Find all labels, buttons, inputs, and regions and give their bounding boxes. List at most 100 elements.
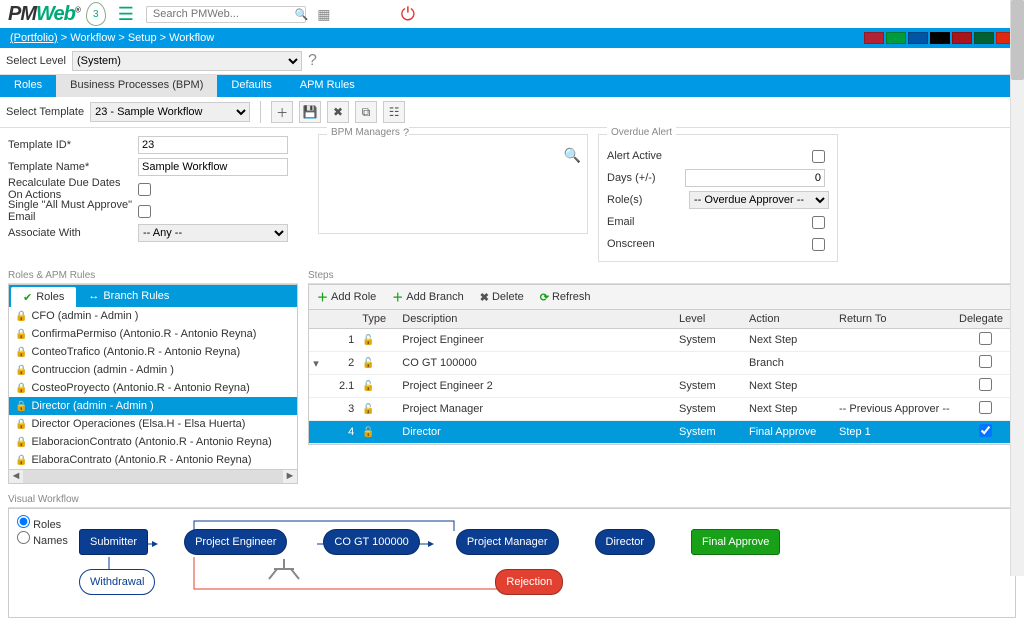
node-withdrawal[interactable]: Withdrawal — [79, 569, 155, 595]
lock-icon: 🔒 — [15, 401, 27, 412]
branch-rules-tab[interactable]: ↔Branch Rules — [76, 285, 181, 307]
role-item[interactable]: 🔒Contruccion (admin - Admin ) — [9, 361, 297, 379]
search-input[interactable] — [153, 8, 295, 20]
add-branch-button[interactable]: ＋Add Branch — [388, 287, 467, 307]
delete-button[interactable]: ✖ — [327, 101, 349, 123]
breadcrumb: (Portfolio) > Workflow > Setup > Workflo… — [0, 28, 1024, 48]
lock-icon: 🔓 — [362, 358, 374, 369]
lock-icon: 🔒 — [15, 419, 27, 430]
roles-tab[interactable]: ✔Roles — [11, 287, 76, 307]
lock-icon: 🔒 — [15, 329, 27, 340]
select-template-label: Select Template — [6, 106, 84, 118]
visual-workflow-canvas: Roles Names Submitter Project Engineer C… — [8, 508, 1016, 618]
new-button[interactable]: ＋ — [271, 101, 293, 123]
menu-icon[interactable]: ☰ — [118, 4, 134, 25]
role-item[interactable]: 🔒CFO (admin - Admin ) — [9, 307, 297, 325]
template-id-input[interactable] — [138, 136, 288, 154]
template-name-input[interactable] — [138, 158, 288, 176]
node-project-engineer[interactable]: Project Engineer — [184, 529, 287, 555]
lock-icon: 🔒 — [15, 383, 27, 394]
breadcrumb-portfolio[interactable]: (Portfolio) — [10, 32, 58, 44]
refresh-button[interactable]: ⟳Refresh — [536, 287, 595, 307]
role-item[interactable]: 🔒ElaboraContrato (Antonio.R - Antonio Re… — [9, 451, 297, 469]
bpm-managers-panel: BPM Managers ? 🔍 — [318, 134, 588, 234]
flag-icon[interactable] — [952, 32, 972, 44]
lock-icon: 🔒 — [15, 311, 27, 322]
search-input-wrap[interactable]: 🔍 — [146, 6, 306, 23]
step-row[interactable]: 2.1🔓Project Engineer 2SystemNext Step — [309, 375, 1015, 398]
node-rejection[interactable]: Rejection — [495, 569, 563, 595]
associate-with-select[interactable]: -- Any -- — [138, 224, 288, 242]
lock-icon: 🔓 — [362, 335, 374, 346]
tab-defaults[interactable]: Defaults — [217, 75, 285, 97]
role-item[interactable]: 🔒Director (admin - Admin ) — [9, 397, 297, 415]
single-approve-checkbox[interactable] — [138, 205, 151, 218]
flag-icon[interactable] — [908, 32, 928, 44]
overdue-panel: Overdue Alert Alert Active Days (+/-) Ro… — [598, 134, 838, 262]
lock-icon: 🔒 — [15, 365, 27, 376]
search-icon[interactable]: 🔍 — [295, 8, 309, 21]
save-button[interactable]: 💾 — [299, 101, 321, 123]
overdue-email-checkbox[interactable] — [812, 216, 825, 229]
flag-icon[interactable] — [974, 32, 994, 44]
delete-step-button[interactable]: ✖Delete — [476, 287, 528, 307]
step-row[interactable]: 4🔓DirectorSystemFinal ApproveStep 1 — [309, 421, 1015, 444]
select-level[interactable]: (System) — [72, 51, 302, 71]
roles-scrollbar[interactable]: ◄► — [9, 469, 297, 483]
bpm-help-icon[interactable]: ? — [403, 127, 409, 139]
node-project-manager[interactable]: Project Manager — [456, 529, 559, 555]
select-level-label: Select Level — [6, 55, 66, 67]
days-input[interactable] — [685, 169, 825, 187]
node-submitter[interactable]: Submitter — [79, 529, 148, 555]
radio-roles[interactable]: Roles — [17, 515, 68, 531]
add-role-button[interactable]: ＋Add Role — [313, 287, 380, 307]
alert-active-checkbox[interactable] — [812, 150, 825, 163]
flag-icon[interactable] — [864, 32, 884, 44]
role-item[interactable]: 🔒Director Operaciones (Elsa.H - Elsa Hue… — [9, 415, 297, 433]
copy-button[interactable]: ⧉ — [355, 101, 377, 123]
shield-badge[interactable]: 3 — [86, 2, 106, 26]
lock-icon: 🔒 — [15, 347, 27, 358]
step-row[interactable]: ▾2🔓CO GT 100000Branch — [309, 352, 1015, 375]
role-item[interactable]: 🔒CosteoProyecto (Antonio.R - Antonio Rey… — [9, 379, 297, 397]
radio-names[interactable]: Names — [17, 531, 68, 547]
tab-apm[interactable]: APM Rules — [286, 75, 369, 97]
select-template[interactable]: 23 - Sample Workflow — [90, 102, 250, 122]
role-item[interactable]: 🔒ElaboracionContrato (Antonio.R - Antoni… — [9, 433, 297, 451]
lock-icon: 🔓 — [362, 427, 374, 438]
recalc-checkbox[interactable] — [138, 183, 151, 196]
delegate-checkbox[interactable] — [979, 378, 992, 391]
main-tabs: Roles Business Processes (BPM) Defaults … — [0, 75, 1024, 97]
step-row[interactable]: 3🔓Project ManagerSystemNext Step-- Previ… — [309, 398, 1015, 421]
node-final-approve[interactable]: Final Approve — [691, 529, 780, 555]
node-co-branch[interactable]: CO GT 100000 — [323, 529, 419, 555]
tab-bpm[interactable]: Business Processes (BPM) — [56, 75, 217, 97]
lock-icon: 🔒 — [15, 437, 27, 448]
app-logo: PMWeb® — [8, 3, 80, 26]
flag-icon[interactable] — [930, 32, 950, 44]
delegate-checkbox[interactable] — [979, 332, 992, 345]
lock-icon: 🔓 — [362, 381, 374, 392]
node-director[interactable]: Director — [595, 529, 656, 555]
power-icon[interactable]: ⏻ — [396, 2, 420, 26]
page-scrollbar[interactable] — [1010, 0, 1024, 576]
delegate-checkbox[interactable] — [979, 424, 992, 437]
overdue-onscreen-checkbox[interactable] — [812, 238, 825, 251]
tab-roles[interactable]: Roles — [0, 75, 56, 97]
role-item[interactable]: 🔒ConteoTrafico (Antonio.R - Antonio Reyn… — [9, 343, 297, 361]
flag-row — [864, 32, 1016, 44]
calendar-icon[interactable]: ▦ — [312, 2, 336, 26]
roles-header: Roles & APM Rules — [8, 268, 298, 284]
help-icon[interactable]: ? — [308, 52, 317, 70]
delegate-checkbox[interactable] — [979, 401, 992, 414]
flag-icon[interactable] — [886, 32, 906, 44]
role-list[interactable]: 🔒CFO (admin - Admin )🔒ConfirmaPermiso (A… — [9, 307, 297, 469]
lock-icon: 🔒 — [15, 455, 27, 466]
bpm-search-icon[interactable]: 🔍 — [564, 147, 581, 164]
visual-workflow-header: Visual Workflow — [8, 492, 1016, 508]
overdue-roles-select[interactable]: -- Overdue Approver -- — [689, 191, 829, 209]
delegate-checkbox[interactable] — [979, 355, 992, 368]
tree-button[interactable]: ☷ — [383, 101, 405, 123]
step-row[interactable]: 1🔓Project EngineerSystemNext Step — [309, 329, 1015, 352]
role-item[interactable]: 🔒ConfirmaPermiso (Antonio.R - Antonio Re… — [9, 325, 297, 343]
